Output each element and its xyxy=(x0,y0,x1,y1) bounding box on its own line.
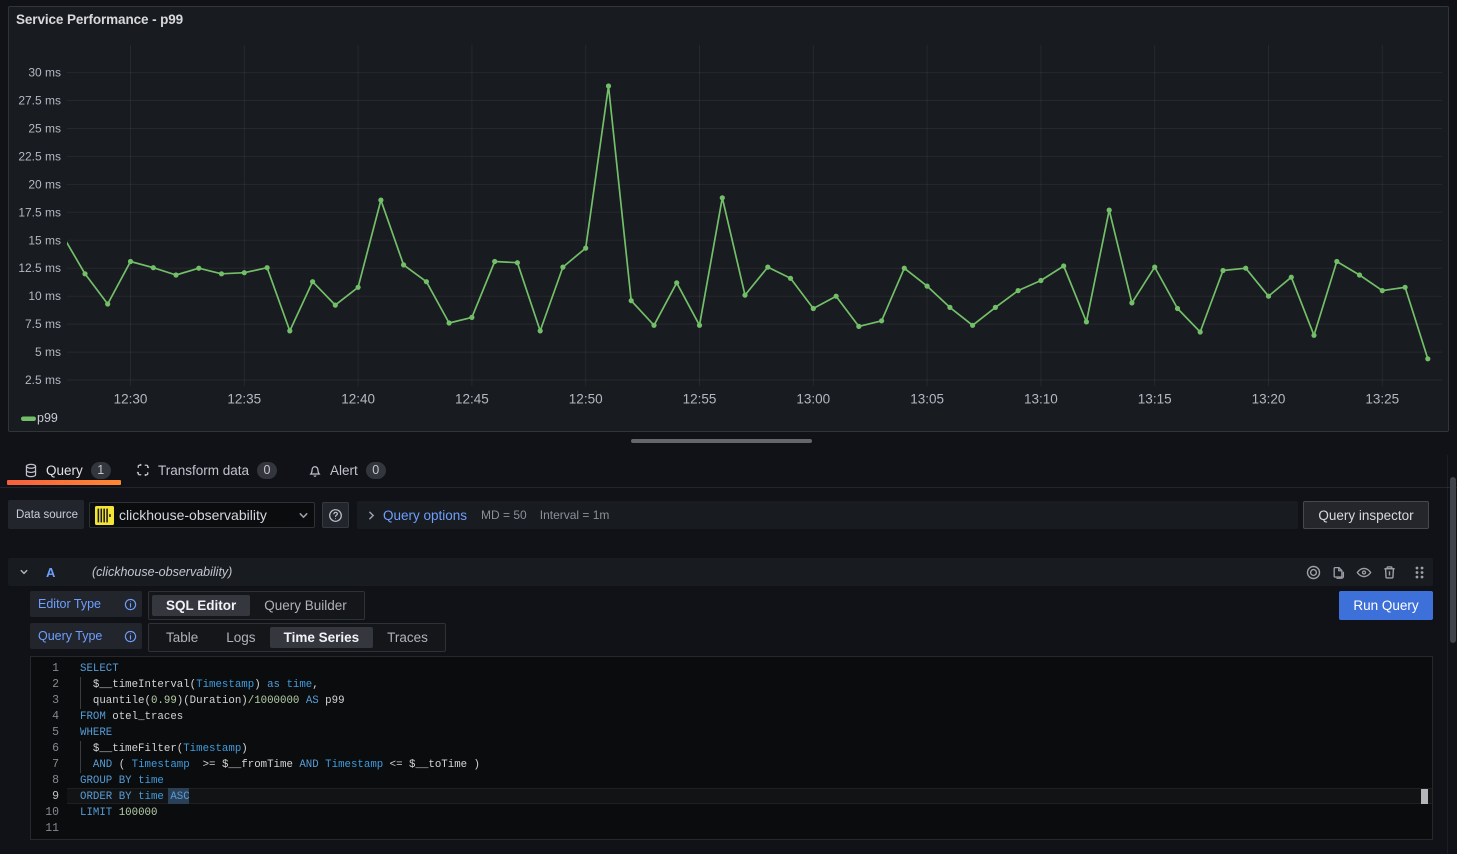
svg-text:13:20: 13:20 xyxy=(1252,392,1286,407)
svg-text:12:45: 12:45 xyxy=(455,392,489,407)
svg-text:7.5 ms: 7.5 ms xyxy=(25,317,61,331)
svg-text:12.5 ms: 12.5 ms xyxy=(18,261,61,275)
svg-text:12:35: 12:35 xyxy=(227,392,261,407)
svg-text:30 ms: 30 ms xyxy=(28,66,61,80)
svg-text:27.5 ms: 27.5 ms xyxy=(18,94,61,108)
svg-text:13:00: 13:00 xyxy=(796,392,830,407)
svg-text:12:30: 12:30 xyxy=(114,392,148,407)
svg-text:25 ms: 25 ms xyxy=(28,122,61,136)
svg-text:p99: p99 xyxy=(37,411,58,425)
svg-text:15 ms: 15 ms xyxy=(28,233,61,247)
svg-text:13:05: 13:05 xyxy=(910,392,944,407)
svg-text:13:25: 13:25 xyxy=(1365,392,1399,407)
svg-text:17.5 ms: 17.5 ms xyxy=(18,205,61,219)
svg-text:10 ms: 10 ms xyxy=(28,289,61,303)
svg-text:12:55: 12:55 xyxy=(683,392,717,407)
svg-text:20 ms: 20 ms xyxy=(28,177,61,191)
svg-text:2.5 ms: 2.5 ms xyxy=(25,373,61,387)
svg-text:22.5 ms: 22.5 ms xyxy=(18,149,61,163)
svg-text:13:15: 13:15 xyxy=(1138,392,1172,407)
svg-text:5 ms: 5 ms xyxy=(35,345,61,359)
svg-text:13:10: 13:10 xyxy=(1024,392,1058,407)
svg-text:12:50: 12:50 xyxy=(569,392,603,407)
svg-text:12:40: 12:40 xyxy=(341,392,375,407)
